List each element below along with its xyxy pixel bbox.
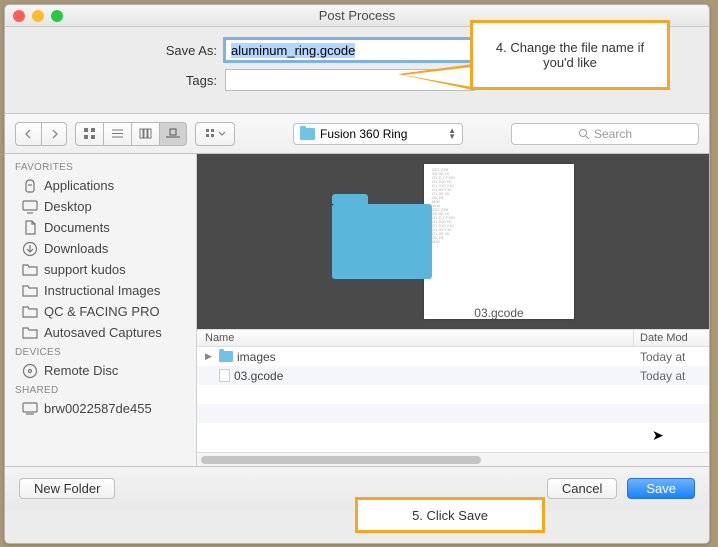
save-button[interactable]: Save	[627, 478, 695, 499]
preview-file-label: 03.gcode	[424, 311, 574, 315]
downloads-icon	[22, 241, 38, 257]
sidebar-header-favorites: Favorites	[5, 158, 196, 175]
columns-icon	[139, 128, 152, 139]
column-view-button[interactable]	[131, 122, 159, 146]
coverflow-preview[interactable]: G21 G90G0 X0 Y0G1 Z-1 F100G1 X10 Y0G1 X1…	[197, 154, 709, 329]
sidebar-item-documents[interactable]: Documents	[5, 217, 196, 238]
list-item	[197, 404, 709, 423]
new-folder-button[interactable]: New Folder	[19, 478, 115, 499]
cancel-button[interactable]: Cancel	[547, 478, 617, 499]
folder-icon	[219, 351, 233, 362]
folder-dropdown[interactable]: Fusion 360 Ring ▲▼	[293, 123, 463, 145]
arrange-seg	[195, 122, 235, 146]
sidebar-item-applications[interactable]: Applications	[5, 175, 196, 196]
list-icon	[111, 128, 124, 139]
preview-folder-icon	[332, 204, 432, 279]
file-list[interactable]: ▶images Today at 03.gcode Today at ➤	[197, 347, 709, 452]
folder-icon	[22, 326, 38, 339]
minimize-icon[interactable]	[32, 10, 44, 22]
sidebar-item-support-kudos[interactable]: support kudos	[5, 259, 196, 280]
scrollbar[interactable]	[197, 452, 709, 466]
sidebar-item-shared-computer[interactable]: brw0022587de455	[5, 398, 196, 419]
list-item	[197, 385, 709, 404]
zoom-icon[interactable]	[51, 10, 63, 22]
search-icon	[578, 128, 590, 140]
updown-icon: ▲▼	[448, 128, 456, 140]
save-as-input[interactable]	[225, 39, 475, 61]
forward-button[interactable]	[41, 122, 67, 146]
coverflow-icon	[165, 128, 181, 139]
disclosure-icon[interactable]: ▶	[205, 351, 215, 362]
computer-icon	[22, 402, 38, 415]
toolbar: Fusion 360 Ring ▲▼ Search	[5, 114, 709, 154]
folder-name: Fusion 360 Ring	[320, 127, 407, 141]
sidebar-item-autosaved-captures[interactable]: Autosaved Captures	[5, 322, 196, 343]
folder-icon	[22, 263, 38, 276]
desktop-icon	[22, 200, 38, 214]
content-pane: G21 G90G0 X0 Y0G1 Z-1 F100G1 X10 Y0G1 X1…	[197, 154, 709, 466]
list-header: Name Date Mod	[197, 329, 709, 347]
applications-icon	[22, 178, 38, 194]
scroll-thumb[interactable]	[201, 456, 481, 464]
nav-seg	[15, 122, 67, 146]
folder-icon	[22, 284, 38, 297]
icon-view-button[interactable]	[75, 122, 103, 146]
sidebar-item-desktop[interactable]: Desktop	[5, 196, 196, 217]
sidebar-header-devices: Devices	[5, 343, 196, 360]
col-date[interactable]: Date Mod	[634, 330, 709, 346]
documents-icon	[23, 220, 37, 236]
main-area: Favorites Applications Desktop Documents…	[5, 154, 709, 466]
folder-icon	[22, 305, 38, 318]
col-name[interactable]: Name	[197, 330, 634, 346]
arrange-button[interactable]	[195, 122, 235, 146]
list-item[interactable]: 03.gcode Today at	[197, 366, 709, 385]
search-input[interactable]: Search	[511, 123, 699, 145]
back-button[interactable]	[15, 122, 41, 146]
chevron-left-icon	[24, 129, 33, 139]
sidebar: Favorites Applications Desktop Documents…	[5, 154, 197, 466]
disc-icon	[22, 363, 38, 379]
grid-icon	[83, 127, 96, 140]
document-icon	[219, 369, 230, 382]
callout-rename: 4. Change the file name if you'd like	[470, 20, 670, 90]
list-view-button[interactable]	[103, 122, 131, 146]
list-item[interactable]: ▶images Today at	[197, 347, 709, 366]
sidebar-item-remote-disc[interactable]: Remote Disc	[5, 360, 196, 381]
callout-save: 5. Click Save	[355, 497, 545, 533]
callout-tail	[398, 64, 473, 90]
sidebar-item-instructional-images[interactable]: Instructional Images	[5, 280, 196, 301]
coverflow-view-button[interactable]	[159, 122, 187, 146]
save-as-label: Save As:	[25, 43, 225, 58]
sidebar-header-shared: Shared	[5, 381, 196, 398]
close-icon[interactable]	[13, 10, 25, 22]
folder-icon	[300, 128, 315, 140]
sidebar-item-downloads[interactable]: Downloads	[5, 238, 196, 259]
preview-file: G21 G90G0 X0 Y0G1 Z-1 F100G1 X10 Y0G1 X1…	[424, 164, 574, 319]
window-controls	[5, 10, 63, 22]
sidebar-item-qc-facing-pro[interactable]: QC & FACING PRO	[5, 301, 196, 322]
view-seg	[75, 122, 187, 146]
chevron-right-icon	[50, 129, 59, 139]
list-item	[197, 423, 709, 442]
tags-label: Tags:	[25, 73, 225, 88]
arrange-icon	[205, 128, 225, 140]
